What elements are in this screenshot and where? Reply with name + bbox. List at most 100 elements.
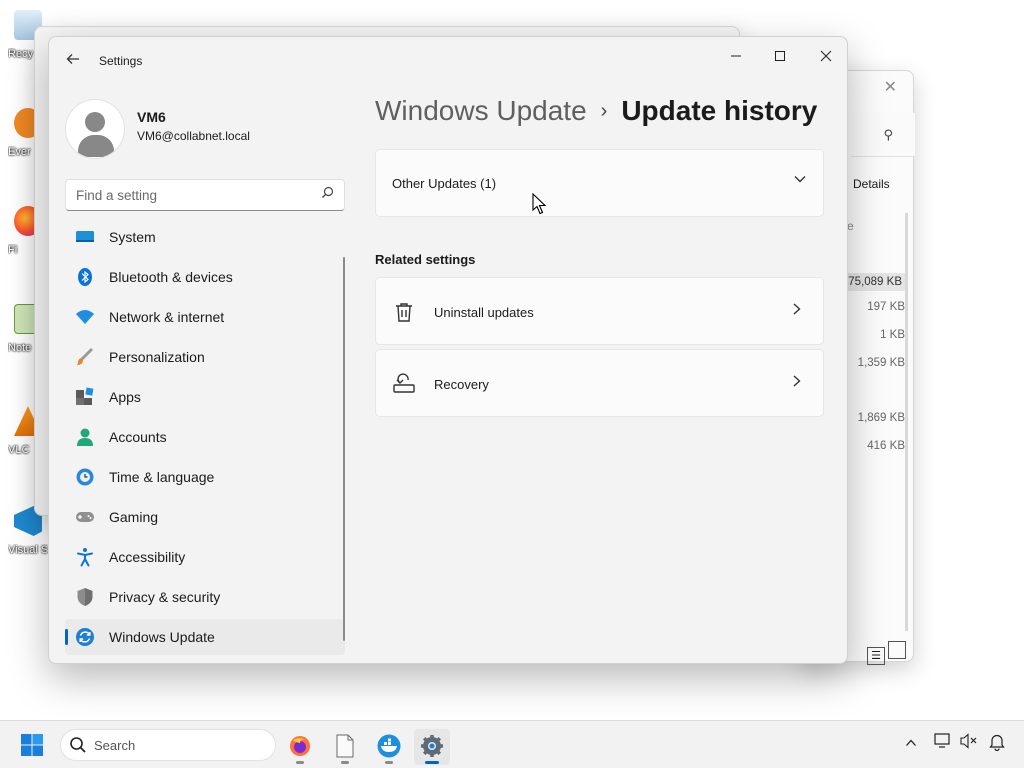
- notification-bell-icon[interactable]: [986, 733, 1008, 755]
- file-size: 75,089 KB: [845, 273, 905, 291]
- minimize-button[interactable]: [713, 43, 759, 73]
- tiles-view-icon[interactable]: [888, 641, 906, 659]
- sidebar-item-label: Bluetooth & devices: [109, 269, 233, 285]
- sidebar-item-label: Accounts: [109, 429, 167, 445]
- system-icon: [75, 227, 95, 247]
- accessibility-icon: [75, 547, 95, 567]
- taskbar: Search: [0, 720, 1024, 768]
- breadcrumb-parent[interactable]: Windows Update: [375, 95, 587, 126]
- sidebar-item-apps[interactable]: Apps: [65, 379, 345, 415]
- shield-icon: [75, 587, 95, 607]
- explorer-search[interactable]: ⚲: [851, 113, 915, 157]
- apps-icon: [75, 387, 95, 407]
- chevron-down-icon: [793, 172, 807, 189]
- title-bar[interactable]: Settings: [49, 37, 847, 85]
- recovery-button[interactable]: Recovery: [375, 349, 824, 417]
- uninstall-updates-label: Uninstall updates: [434, 305, 534, 320]
- uninstall-updates-button[interactable]: Uninstall updates: [375, 277, 824, 345]
- file-size: 197 KB: [867, 301, 905, 313]
- desktop-icon-label: Visual S: [8, 544, 48, 556]
- sidebar-item-time-language[interactable]: Time & language: [65, 459, 345, 495]
- sidebar-item-accessibility[interactable]: Accessibility: [65, 539, 345, 575]
- start-button[interactable]: [20, 733, 44, 757]
- volume-muted-icon[interactable]: [958, 733, 980, 755]
- avatar: [65, 99, 125, 159]
- column-header-fragment: e: [847, 219, 854, 233]
- windows-update-icon: [75, 627, 95, 647]
- breadcrumb: Windows Update › Update history: [375, 95, 817, 127]
- sidebar-item-privacy-security[interactable]: Privacy & security: [65, 579, 345, 615]
- chevron-right-icon: [791, 302, 803, 320]
- sidebar-nav: System Bluetooth & devices Network & int…: [65, 219, 345, 659]
- trash-icon: [392, 300, 416, 324]
- maximize-button[interactable]: [757, 43, 803, 73]
- globe-clock-icon: [75, 467, 95, 487]
- sidebar-item-label: Windows Update: [109, 629, 215, 645]
- running-indicator: [341, 761, 349, 764]
- sidebar-item-system[interactable]: System: [65, 219, 345, 255]
- related-settings-heading: Related settings: [375, 252, 476, 267]
- find-setting-box[interactable]: [65, 179, 345, 211]
- taskbar-file[interactable]: [327, 729, 363, 765]
- accounts-icon: [75, 427, 95, 447]
- close-button[interactable]: [803, 43, 847, 73]
- search-icon: [69, 736, 87, 754]
- sidebar-item-network[interactable]: Network & internet: [65, 299, 345, 335]
- other-updates-expander[interactable]: Other Updates (1): [375, 149, 824, 217]
- gamepad-icon: [75, 507, 95, 527]
- file-icon: [336, 734, 354, 758]
- sidebar-item-windows-update[interactable]: Windows Update: [65, 619, 345, 655]
- sidebar-item-label: Gaming: [109, 509, 159, 525]
- other-updates-label: Other Updates (1): [392, 176, 497, 191]
- network-status-icon[interactable]: [932, 733, 954, 755]
- file-size: 1 KB: [880, 329, 905, 341]
- wifi-icon: [75, 307, 95, 327]
- file-size: 1,869 KB: [857, 412, 905, 424]
- breadcrumb-separator: ›: [600, 100, 608, 122]
- file-size: 1,359 KB: [857, 357, 905, 369]
- taskbar-settings[interactable]: [414, 729, 450, 765]
- user-name: VM6: [137, 109, 166, 125]
- sidebar-item-bluetooth[interactable]: Bluetooth & devices: [65, 259, 345, 295]
- taskbar-firefox[interactable]: [282, 729, 318, 765]
- firefox-icon: [290, 736, 310, 756]
- running-indicator: [385, 761, 393, 764]
- active-indicator: [425, 761, 439, 764]
- bluetooth-icon: [75, 267, 95, 287]
- mouse-cursor-icon: [532, 192, 548, 215]
- user-email: VM6@collabnet.local: [137, 129, 250, 143]
- taskbar-search[interactable]: Search: [60, 729, 276, 761]
- settings-window[interactable]: Settings VM6 VM6@collabnet.local System: [48, 36, 848, 664]
- sidebar-item-gaming[interactable]: Gaming: [65, 499, 345, 535]
- sidebar-item-label: Personalization: [109, 349, 205, 365]
- running-indicator: [296, 761, 304, 764]
- recovery-icon: [392, 372, 416, 396]
- page-title: Update history: [621, 95, 818, 126]
- show-hidden-icons-chevron-up-icon[interactable]: [900, 733, 922, 755]
- chevron-right-icon: [791, 374, 803, 392]
- gear-icon: [421, 735, 443, 757]
- sidebar-item-label: Privacy & security: [109, 589, 221, 605]
- sidebar-item-label: Network & internet: [109, 309, 225, 325]
- find-setting-input[interactable]: [76, 186, 306, 204]
- sidebar-item-label: Accessibility: [109, 549, 186, 565]
- taskbar-docker[interactable]: [371, 729, 407, 765]
- sidebar-scrollbar[interactable]: [343, 257, 345, 641]
- details-button[interactable]: Details: [853, 177, 890, 191]
- file-size: 416 KB: [867, 440, 905, 452]
- docker-icon: [377, 734, 401, 758]
- close-icon[interactable]: ✕: [884, 77, 897, 97]
- sidebar-item-accounts[interactable]: Accounts: [65, 419, 345, 455]
- view-toggle[interactable]: ☰: [867, 641, 909, 665]
- app-title: Settings: [99, 54, 143, 68]
- search-icon: [321, 186, 334, 202]
- taskbar-search-label: Search: [94, 738, 136, 753]
- details-view-icon[interactable]: ☰: [867, 647, 885, 665]
- brush-icon: [75, 347, 95, 367]
- back-arrow-icon[interactable]: [65, 51, 85, 71]
- scrollbar[interactable]: [905, 213, 908, 631]
- sidebar-item-label: Time & language: [109, 469, 215, 485]
- sidebar-item-personalization[interactable]: Personalization: [65, 339, 345, 375]
- sidebar-item-label: System: [109, 229, 156, 245]
- user-profile[interactable]: VM6 VM6@collabnet.local: [65, 95, 365, 159]
